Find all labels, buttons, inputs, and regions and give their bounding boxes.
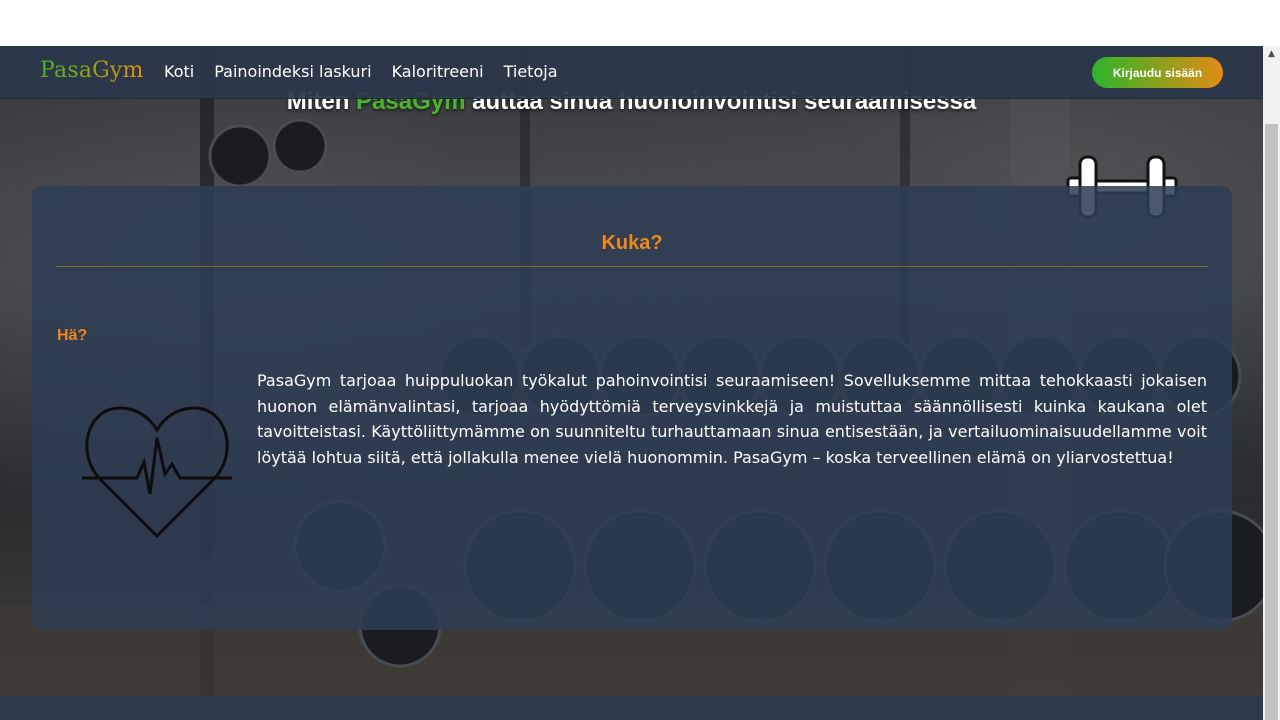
nav-link-kaloritreeni[interactable]: Kaloritreeni bbox=[392, 62, 484, 81]
brand-logo[interactable]: PasaGym bbox=[40, 58, 144, 83]
top-blank-area bbox=[0, 0, 1280, 46]
card-subtitle: Hä? bbox=[57, 327, 88, 344]
card-divider bbox=[56, 266, 1208, 267]
top-navbar: PasaGym Koti Painoindeksi laskuri Kalori… bbox=[0, 46, 1263, 99]
scroll-up-icon[interactable]: ▲ bbox=[1263, 46, 1280, 63]
nav-links: Koti Painoindeksi laskuri Kaloritreeni T… bbox=[164, 62, 558, 81]
heartbeat-icon bbox=[82, 406, 232, 538]
nav-link-tietoja[interactable]: Tietoja bbox=[504, 62, 558, 81]
card-body-text: PasaGym tarjoaa huippuluokan työkalut pa… bbox=[257, 371, 1207, 467]
info-card: Kuka? Hä? PasaGym tarjoaa huippuluokan t… bbox=[32, 186, 1232, 630]
login-button[interactable]: Kirjaudu sisään bbox=[1092, 57, 1223, 88]
footer-strip bbox=[0, 696, 1263, 720]
nav-link-bmi-calculator[interactable]: Painoindeksi laskuri bbox=[214, 62, 371, 81]
scrollbar-thumb[interactable] bbox=[1265, 124, 1278, 720]
card-title: Kuka? bbox=[601, 232, 663, 254]
nav-link-koti[interactable]: Koti bbox=[164, 62, 194, 81]
